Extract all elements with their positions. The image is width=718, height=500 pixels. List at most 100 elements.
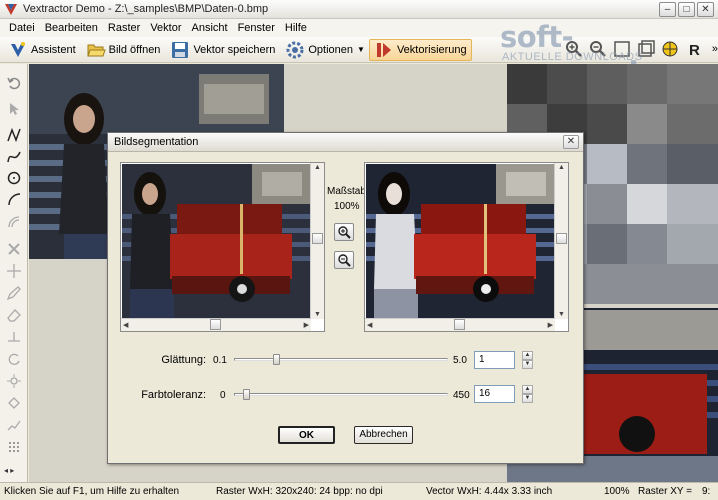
circle-icon — [7, 171, 21, 185]
move-tool[interactable] — [4, 262, 24, 280]
scroll-down-icon[interactable]: ▼ — [314, 311, 321, 318]
smoothing-min: 0.1 — [213, 355, 227, 366]
maximize-button[interactable]: □ — [678, 2, 695, 17]
original-preview-pane[interactable]: ▲ ▼ ◀ ▶ — [120, 162, 325, 332]
save-vector-button[interactable]: Vektor speichern — [166, 39, 279, 61]
scroll-down-icon[interactable]: ▼ — [558, 311, 565, 318]
bezier-tool[interactable] — [4, 148, 24, 166]
original-hscrollbar[interactable]: ◀ ▶ — [121, 318, 311, 331]
dialog-title: Bildsegmentation — [114, 136, 199, 148]
zoom-in-icon[interactable] — [564, 39, 584, 59]
spin-down-icon[interactable]: ▼ — [522, 394, 533, 403]
scale-value: 100% — [334, 201, 360, 212]
raster-r-icon[interactable]: R — [684, 39, 704, 59]
multi-arc-icon — [8, 216, 20, 228]
toolbar-overflow-icon[interactable]: » — [712, 43, 718, 55]
arrow-pointer-icon — [10, 103, 19, 115]
scroll-right-icon[interactable]: ▶ — [548, 321, 553, 329]
segmented-vscroll-thumb[interactable] — [556, 233, 567, 244]
menu-fenster[interactable]: Fenster — [233, 22, 280, 34]
scroll-right-icon[interactable]: ▶ — [304, 321, 309, 329]
options-button[interactable]: Optionen — [281, 39, 357, 61]
select-tool[interactable] — [4, 100, 24, 118]
delete-x-icon — [8, 243, 20, 255]
original-vscroll-thumb[interactable] — [312, 233, 323, 244]
toolstrip-scroll-icon[interactable]: ◂ ▸ — [4, 466, 14, 475]
options-dropdown-icon[interactable]: ▼ — [357, 45, 365, 54]
status-hint: Klicken Sie auf F1, um Hilfe zu erhalten — [4, 486, 180, 497]
close-button[interactable]: ✕ — [697, 2, 714, 17]
polyline-tool[interactable] — [4, 126, 24, 144]
color-tolerance-field[interactable]: 16 — [474, 385, 515, 403]
arc-multi-tool[interactable] — [4, 212, 24, 230]
spin-up-icon[interactable]: ▲ — [522, 385, 533, 394]
menu-vektor[interactable]: Vektor — [145, 22, 186, 34]
menu-bearbeiten[interactable]: Bearbeiten — [40, 22, 103, 34]
segmentation-dialog: Bildsegmentation ✕ ▲ ▼ ◀ ▶ Maßstab: 100%… — [107, 132, 584, 464]
menu-hilfe[interactable]: Hilfe — [280, 22, 312, 34]
magnifier-minus-icon — [338, 254, 351, 267]
original-hscroll-thumb[interactable] — [210, 319, 221, 330]
eraser-icon — [7, 309, 21, 322]
ok-button[interactable]: OK — [278, 426, 335, 444]
cancel-button[interactable]: Abbrechen — [354, 426, 413, 444]
preview-zoom-out-button[interactable] — [334, 251, 354, 269]
options-label: Optionen — [308, 43, 354, 56]
layers-icon[interactable] — [636, 39, 656, 59]
delete-tool[interactable] — [4, 240, 24, 258]
dialog-close-button[interactable]: ✕ — [563, 135, 579, 149]
spin-down-icon[interactable]: ▼ — [522, 360, 533, 369]
measure-tool[interactable] — [4, 328, 24, 346]
pen-tool[interactable] — [4, 284, 24, 302]
segmented-hscrollbar[interactable]: ◀ ▶ — [365, 318, 555, 331]
circle-tool[interactable] — [4, 169, 24, 187]
title-bar: Vextractor Demo - Z:\_samples\BMP\Daten-… — [0, 0, 718, 19]
fill-tool[interactable] — [4, 394, 24, 412]
menu-datei[interactable]: Datei — [4, 22, 40, 34]
smoothing-field[interactable]: 1 — [474, 351, 515, 369]
trace-tool[interactable] — [4, 416, 24, 434]
color-tolerance-slider-thumb[interactable] — [242, 389, 250, 400]
smoothing-slider-track[interactable] — [234, 358, 448, 361]
color-tolerance-max: 450 — [453, 390, 470, 401]
undo-tool[interactable] — [4, 74, 24, 92]
status-bar: Klicken Sie auf F1, um Hilfe zu erhalten… — [0, 482, 718, 500]
preview-zoom-in-button[interactable] — [334, 223, 354, 241]
minimize-button[interactable]: – — [659, 2, 676, 17]
smoothing-slider-thumb[interactable] — [272, 354, 280, 365]
zoom-out-icon[interactable] — [588, 39, 608, 59]
crosshair-icon[interactable] — [660, 39, 680, 59]
vectorize-button[interactable]: Vektorisierung — [368, 38, 472, 61]
rotate-tool[interactable] — [4, 350, 24, 368]
menu-raster[interactable]: Raster — [103, 22, 145, 34]
polyline-icon — [7, 127, 21, 143]
original-image — [122, 164, 311, 318]
folder-open-icon — [86, 44, 106, 56]
scroll-left-icon[interactable]: ◀ — [123, 321, 128, 329]
open-image-button[interactable]: Bild öffnen — [82, 39, 165, 61]
open-image-label: Bild öffnen — [108, 43, 161, 56]
assistant-button[interactable]: Assistent — [4, 39, 80, 61]
segmented-vscrollbar[interactable]: ▲ ▼ — [554, 163, 568, 319]
smoothing-max: 5.0 — [453, 355, 467, 366]
smoothing-spinner[interactable]: ▲ ▼ — [522, 351, 533, 369]
eraser-tool[interactable] — [4, 306, 24, 324]
scroll-up-icon[interactable]: ▲ — [558, 164, 565, 171]
zoom-fit-icon[interactable] — [612, 39, 632, 59]
wizard-icon — [11, 41, 25, 57]
menu-bar: Datei Bearbeiten Raster Vektor Ansicht F… — [0, 19, 718, 37]
scroll-up-icon[interactable]: ▲ — [314, 164, 321, 171]
original-vscrollbar[interactable]: ▲ ▼ — [310, 163, 324, 319]
arc-tool[interactable] — [4, 190, 24, 208]
segmented-preview-pane[interactable]: ▲ ▼ ◀ ▶ — [364, 162, 569, 332]
pen-icon — [6, 286, 21, 301]
spin-up-icon[interactable]: ▲ — [522, 351, 533, 360]
menu-ansicht[interactable]: Ansicht — [187, 22, 233, 34]
node-tool[interactable] — [4, 372, 24, 390]
grid-tool[interactable] — [4, 438, 24, 456]
color-tolerance-spinner[interactable]: ▲ ▼ — [522, 385, 533, 403]
segmented-hscroll-thumb[interactable] — [454, 319, 465, 330]
scroll-left-icon[interactable]: ◀ — [367, 321, 372, 329]
arc-icon — [8, 193, 21, 206]
color-tolerance-slider-track[interactable] — [234, 393, 448, 396]
